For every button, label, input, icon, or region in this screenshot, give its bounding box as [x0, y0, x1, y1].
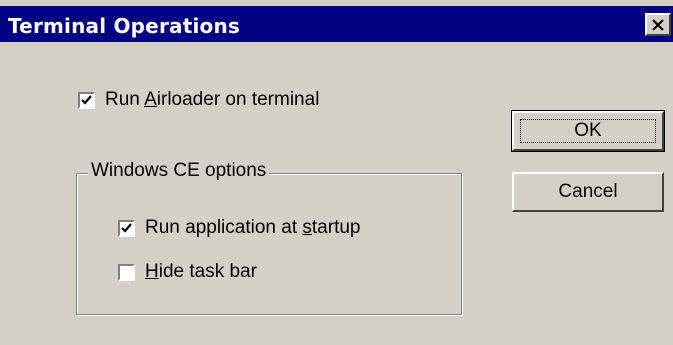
- title-bar[interactable]: Terminal Operations: [0, 6, 673, 42]
- checkmark-icon: [121, 222, 132, 233]
- cancel-button-label: Cancel: [558, 181, 618, 202]
- hide-taskbar-label: Hide task bar: [145, 261, 257, 282]
- terminal-operations-dialog: Terminal Operations Run Airloader on ter…: [0, 0, 673, 345]
- run-airloader-checkbox[interactable]: [78, 91, 95, 109]
- close-button[interactable]: [645, 13, 671, 36]
- group-legend: Windows CE options: [88, 160, 270, 182]
- close-icon: [652, 19, 664, 31]
- run-airloader-option[interactable]: Run Airloader on terminal: [78, 89, 319, 111]
- focus-rect: [520, 119, 656, 143]
- run-at-startup-label: Run application at startup: [145, 217, 361, 238]
- run-at-startup-option[interactable]: Run application at startup: [118, 217, 360, 239]
- hide-taskbar-option[interactable]: Hide task bar: [118, 261, 257, 283]
- run-at-startup-checkbox[interactable]: [118, 219, 135, 237]
- cancel-button[interactable]: Cancel: [512, 172, 664, 212]
- window-title: Terminal Operations: [8, 14, 241, 38]
- ok-button[interactable]: OK: [511, 110, 665, 152]
- run-airloader-label: Run Airloader on terminal: [105, 89, 320, 110]
- checkmark-icon: [81, 94, 92, 105]
- windows-ce-options-group: [76, 173, 462, 315]
- hide-taskbar-checkbox[interactable]: [118, 263, 135, 281]
